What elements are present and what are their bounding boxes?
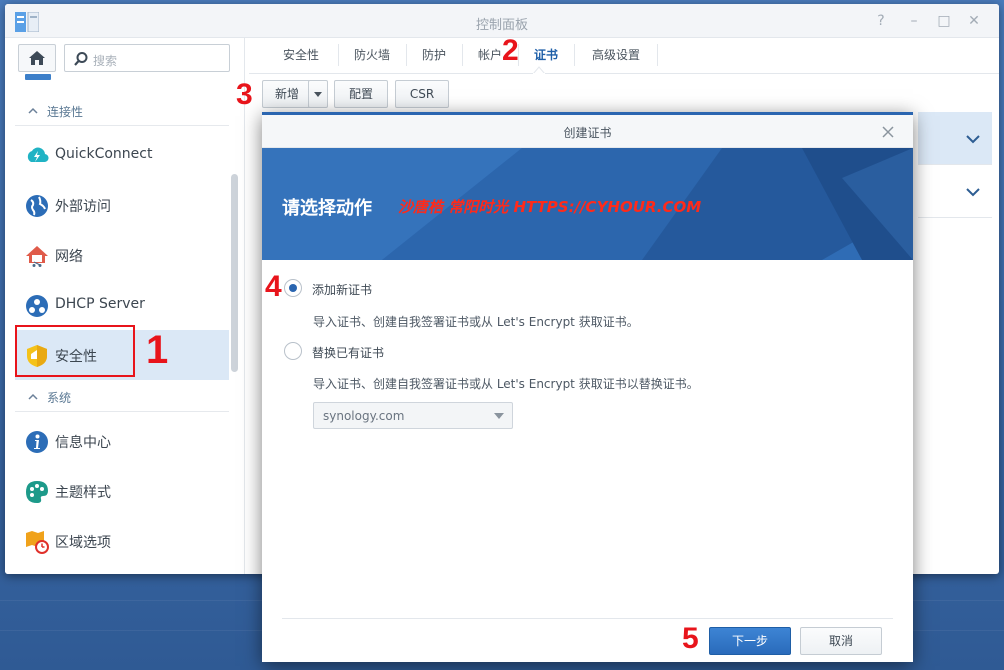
sidebar-item-network[interactable]: 网络	[15, 230, 229, 280]
sidebar-item-label: 区域选项	[55, 535, 111, 551]
dhcp-icon	[26, 295, 48, 317]
chevron-down-icon	[966, 135, 980, 144]
radio-add-new-certificate[interactable]	[284, 279, 302, 297]
tab-divider	[338, 44, 339, 66]
tab-advanced[interactable]: 高级设置	[577, 38, 655, 74]
sidebar-item-label: 网络	[55, 249, 83, 265]
footer-divider	[282, 618, 893, 619]
create-certificate-dialog: 创建证书 请选择动作 沙唐梏 常阳时光 HTTPS://CYHOUR.COM 添…	[262, 112, 913, 662]
sidebar-item-label: 安全性	[55, 349, 97, 365]
sidebar-item-external-access[interactable]: 外部访问	[15, 180, 229, 230]
certificate-select[interactable]: synology.com	[313, 402, 513, 429]
radio-replace-existing-certificate[interactable]	[284, 342, 302, 360]
window-titlebar: 控制面板 ? – □ ✕	[5, 4, 999, 38]
globe-icon	[26, 195, 48, 217]
banner-title: 请选择动作	[282, 198, 372, 219]
section-header-connectivity[interactable]: 连接性	[15, 96, 229, 126]
minimize-icon[interactable]: –	[904, 12, 924, 30]
search-input[interactable]: 搜索	[64, 44, 230, 72]
section-label: 连接性	[47, 105, 84, 119]
sidebar-scrollbar[interactable]	[231, 174, 238, 372]
option-add-new-label[interactable]: 添加新证书	[312, 281, 372, 298]
partial-item-icon	[25, 74, 51, 80]
sidebar-item-regional-options[interactable]: 区域选项	[15, 516, 229, 566]
annotation-step-3: 3	[236, 78, 253, 111]
csr-button[interactable]: CSR	[395, 80, 449, 108]
dialog-title: 创建证书	[563, 126, 612, 140]
network-home-icon	[26, 246, 48, 267]
sidebar-item-quickconnect[interactable]: QuickConnect	[15, 130, 229, 180]
option-replace-description: 导入证书、创建自我签署证书或从 Let's Encrypt 获取证书以替换证书。	[313, 377, 699, 391]
quickconnect-icon	[27, 147, 49, 163]
tab-firewall[interactable]: 防火墙	[341, 38, 403, 74]
sidebar-item-label: 信息中心	[55, 435, 111, 451]
help-icon[interactable]: ?	[871, 12, 891, 30]
dialog-titlebar: 创建证书	[262, 115, 913, 148]
palette-icon	[26, 481, 48, 503]
active-tab-indicator	[533, 66, 545, 74]
tab-bar: 安全性 防火墙 防护 帐户 证书 高级设置	[249, 38, 999, 74]
select-value: synology.com	[323, 409, 405, 423]
sidebar: 搜索 连接性 QuickConnect 外部访问 网络 DHCP Server …	[5, 38, 245, 574]
cancel-button[interactable]: 取消	[800, 627, 882, 655]
close-icon[interactable]: ✕	[964, 12, 984, 30]
watermark-text: 沙唐梏 常阳时光 HTTPS://CYHOUR.COM	[398, 198, 702, 216]
section-label: 系统	[47, 391, 72, 405]
sidebar-item-label: QuickConnect	[55, 146, 153, 162]
maximize-icon[interactable]: □	[934, 12, 954, 30]
dialog-banner: 请选择动作 沙唐梏 常阳时光 HTTPS://CYHOUR.COM	[262, 148, 913, 260]
sidebar-item-security[interactable]: 安全性	[15, 330, 229, 380]
tab-certificate[interactable]: 证书	[521, 38, 571, 74]
window-title: 控制面板	[475, 18, 528, 33]
sidebar-item-info-center[interactable]: 信息中心	[15, 416, 229, 466]
annotation-step-4: 4	[265, 270, 282, 303]
sidebar-item-label: 外部访问	[55, 199, 111, 215]
sidebar-item-theme[interactable]: 主题样式	[15, 466, 229, 516]
create-dropdown-button[interactable]	[308, 80, 328, 108]
tab-divider	[462, 44, 463, 66]
tab-divider	[406, 44, 407, 66]
search-placeholder: 搜索	[93, 54, 118, 68]
chevron-up-icon	[28, 107, 38, 114]
caret-down-icon	[494, 413, 504, 419]
home-button[interactable]	[18, 44, 56, 72]
annotation-step-5: 5	[682, 622, 699, 655]
certificate-row[interactable]	[918, 112, 992, 165]
caret-down-icon	[314, 92, 322, 97]
configure-button[interactable]: 配置	[334, 80, 388, 108]
sidebar-item-label: DHCP Server	[55, 296, 145, 312]
next-button[interactable]: 下一步	[709, 627, 791, 655]
section-header-system[interactable]: 系统	[15, 382, 229, 412]
create-button[interactable]: 新增	[262, 80, 312, 108]
chevron-up-icon	[28, 393, 38, 400]
tab-divider	[574, 44, 575, 66]
annotation-step-2: 2	[502, 34, 519, 67]
tab-protection[interactable]: 防护	[409, 38, 459, 74]
search-icon	[74, 52, 88, 66]
certificate-row[interactable]	[918, 165, 992, 218]
info-icon	[26, 431, 48, 453]
tab-divider	[657, 44, 658, 66]
close-icon[interactable]	[881, 125, 895, 139]
sidebar-item-label: 主题样式	[55, 485, 111, 501]
option-replace-label[interactable]: 替换已有证书	[312, 344, 384, 361]
tab-security[interactable]: 安全性	[267, 38, 335, 74]
sidebar-item-dhcp-server[interactable]: DHCP Server	[15, 280, 229, 330]
annotation-step-1: 1	[146, 328, 169, 372]
option-add-new-description: 导入证书、创建自我签署证书或从 Let's Encrypt 获取证书。	[313, 315, 639, 329]
chevron-down-icon	[966, 188, 980, 197]
home-icon	[29, 51, 45, 65]
shield-icon	[27, 345, 47, 367]
region-clock-icon	[26, 531, 49, 554]
